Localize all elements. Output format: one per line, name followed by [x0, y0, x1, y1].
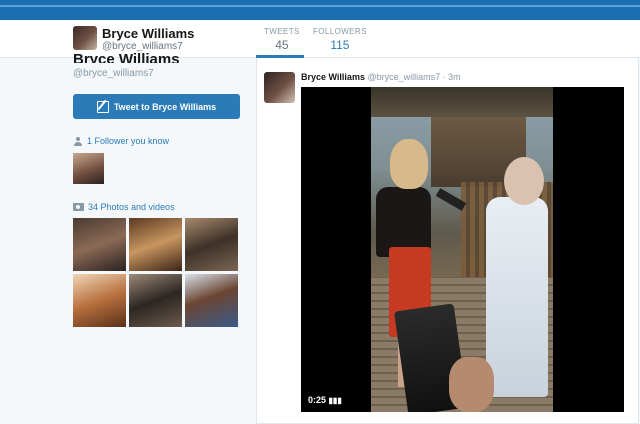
- top-accent-strip: [0, 5, 640, 7]
- follower-avatar[interactable]: [73, 153, 104, 184]
- tweet-separator: ·: [442, 72, 446, 82]
- media-thumbnail[interactable]: [129, 274, 182, 327]
- photos-videos-label: 34 Photos and videos: [88, 202, 175, 212]
- followers-stat[interactable]: FOLLOWERS 115: [313, 27, 367, 52]
- tweet-timestamp[interactable]: 3m: [448, 72, 461, 82]
- tweet-author-name[interactable]: Bryce Williams: [301, 72, 365, 82]
- navbar-name: Bryce Williams: [102, 26, 195, 41]
- tweet-header: Bryce Williams @bryce_williams7 · 3m: [301, 72, 461, 82]
- tweets-stat-label: TWEETS: [264, 27, 300, 36]
- tweet-video[interactable]: [301, 87, 624, 412]
- navbar-handle: @bryce_williams7: [102, 41, 183, 52]
- profile-name: Bryce Williams: [73, 52, 180, 63]
- media-thumbnail[interactable]: [185, 218, 238, 271]
- browser-top-bar: [0, 0, 640, 20]
- video-scene-roof: [371, 87, 553, 117]
- camera-icon: [73, 203, 84, 211]
- video-scene-hand: [449, 357, 494, 412]
- tweet-to-button-label: Tweet to Bryce Williams: [113, 101, 217, 112]
- tweets-stat-value: 45: [275, 38, 289, 52]
- followers-stat-value: 115: [330, 38, 350, 52]
- profile-handle: @bryce_williams7: [73, 68, 154, 79]
- tweets-stat[interactable]: TWEETS 45: [264, 27, 300, 52]
- video-timestamp: 0:25 ▮▮▮: [308, 395, 342, 405]
- media-thumbnail[interactable]: [185, 274, 238, 327]
- person-icon: [73, 136, 83, 146]
- photos-videos-link[interactable]: 34 Photos and videos: [73, 202, 175, 212]
- video-scene-interviewee-head: [504, 157, 544, 205]
- media-thumbnail[interactable]: [73, 274, 126, 327]
- tweet-author-handle[interactable]: @bryce_williams7: [367, 72, 440, 82]
- volume-icon[interactable]: ▮▮▮: [329, 396, 342, 405]
- video-scene-interviewee: [486, 197, 548, 397]
- video-scene-reporter-head: [390, 139, 428, 189]
- followers-stat-label: FOLLOWERS: [313, 27, 367, 36]
- media-thumbnail[interactable]: [73, 218, 126, 271]
- media-thumbnail[interactable]: [129, 218, 182, 271]
- followers-you-know-link[interactable]: 1 Follower you know: [73, 136, 169, 146]
- tweet-avatar[interactable]: [264, 72, 295, 103]
- followers-you-know-label: 1 Follower you know: [87, 136, 170, 146]
- compose-icon: [96, 100, 109, 113]
- tweet-to-button[interactable]: Tweet to Bryce Williams: [73, 94, 240, 119]
- video-timestamp-text: 0:25: [308, 395, 327, 405]
- navbar-avatar[interactable]: [73, 26, 97, 50]
